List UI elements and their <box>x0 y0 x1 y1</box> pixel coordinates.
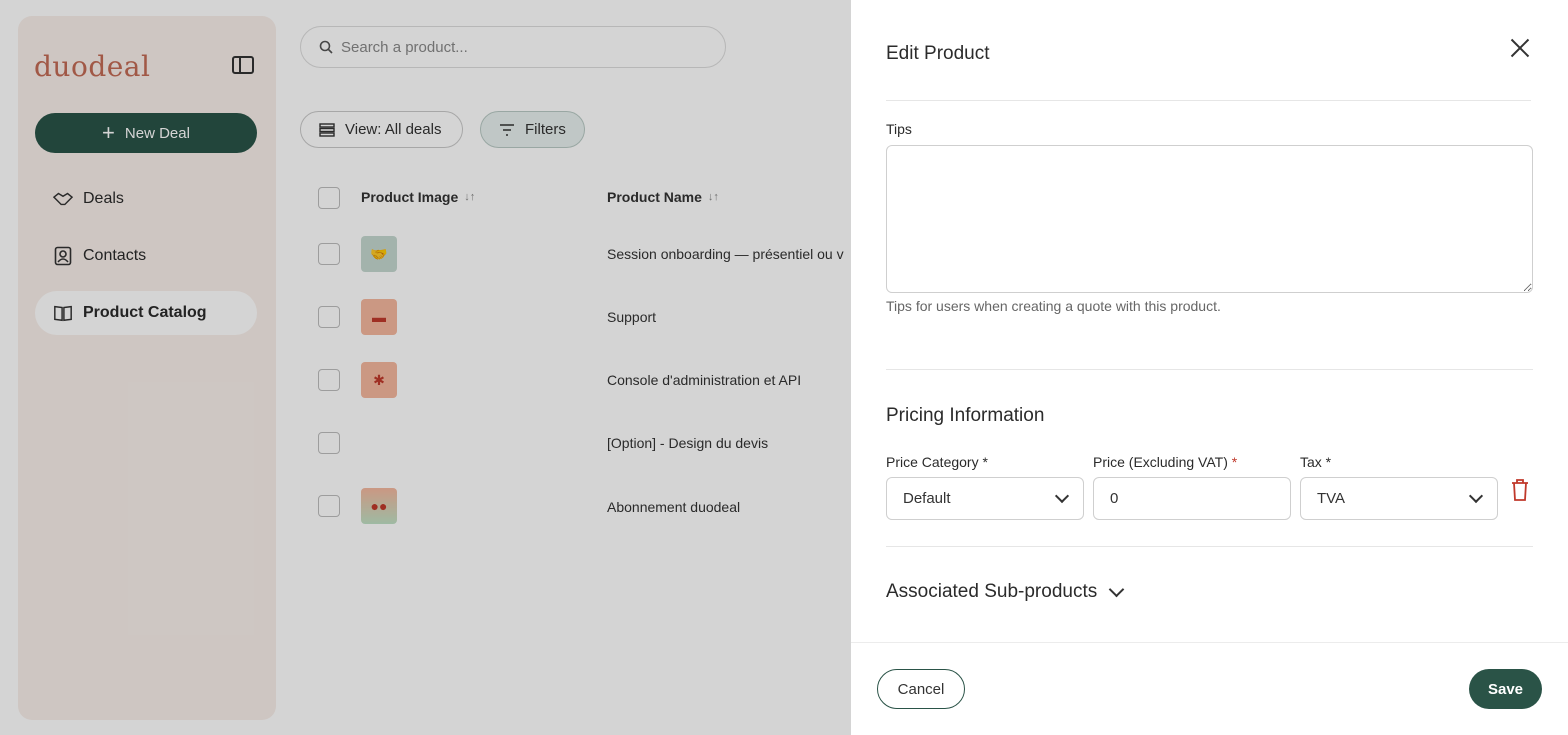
price-label: Price (Excluding VAT) * <box>1093 454 1237 470</box>
divider <box>886 100 1531 101</box>
tips-textarea[interactable] <box>886 145 1533 293</box>
trash-icon[interactable] <box>1510 478 1530 502</box>
sub-products-toggle[interactable]: Associated Sub-products <box>886 581 1125 603</box>
price-input-field[interactable] <box>1110 490 1274 507</box>
tax-label: Tax * <box>1300 454 1332 470</box>
price-label-text: Price (Excluding VAT) <box>1093 454 1228 470</box>
chevron-down-icon <box>1108 581 1125 597</box>
sub-products-label: Associated Sub-products <box>886 581 1098 602</box>
price-category-value: Default <box>903 490 951 507</box>
required-marker: * <box>1231 454 1238 470</box>
modal-overlay[interactable] <box>0 0 851 735</box>
price-category-select[interactable]: Default <box>886 477 1084 520</box>
divider <box>886 369 1533 370</box>
edit-product-drawer: Edit Product Tips Tips for users when cr… <box>851 0 1568 735</box>
tips-label: Tips <box>886 121 912 137</box>
chevron-down-icon <box>1054 488 1070 503</box>
divider <box>886 546 1533 547</box>
footer-divider <box>851 642 1568 643</box>
tax-value: TVA <box>1317 490 1346 507</box>
chevron-down-icon <box>1468 488 1484 503</box>
tax-select[interactable]: TVA <box>1300 477 1498 520</box>
tips-helper-text: Tips for users when creating a quote wit… <box>886 298 1221 314</box>
cancel-button[interactable]: Cancel <box>877 669 965 709</box>
close-icon[interactable] <box>1508 36 1532 60</box>
price-input[interactable] <box>1093 477 1291 520</box>
drawer-title: Edit Product <box>886 43 990 64</box>
save-button[interactable]: Save <box>1469 669 1542 709</box>
pricing-section-title: Pricing Information <box>886 405 1045 426</box>
price-category-label: Price Category * <box>886 454 988 470</box>
